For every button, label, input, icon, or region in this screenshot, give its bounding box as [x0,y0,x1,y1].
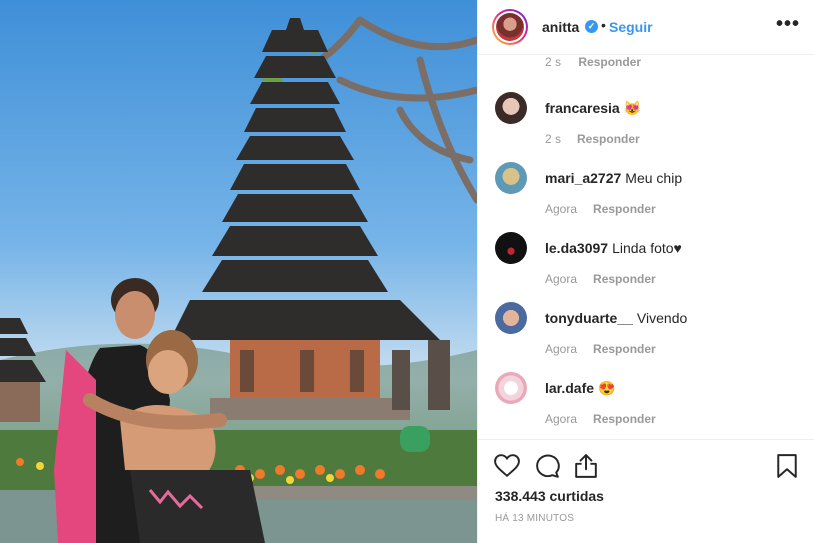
comment-time: 2 s [545,56,562,69]
separator-dot: • [601,17,606,33]
post-timestamp: HÁ 13 MINUTOS [495,513,575,524]
follow-button[interactable]: Seguir [609,19,653,35]
reply-button[interactable]: Responder [593,412,656,426]
post-actions: 338.443 curtidas HÁ 13 MINUTOS [478,439,814,543]
partial-comment-meta: 2 s Responder [545,56,655,69]
comment-time: 2 s [545,132,562,146]
reply-button[interactable]: Responder [577,132,640,146]
commenter-avatar[interactable] [495,372,527,404]
comment-text: tonyduarte__ Vivendo [545,310,687,326]
commenter-username[interactable]: lar.dafe [545,380,594,396]
reply-button[interactable]: Responder [593,202,656,216]
share-icon[interactable] [574,454,598,483]
author-avatar[interactable] [492,9,528,45]
comment-body: Linda foto♥ [612,240,682,256]
comment-list[interactable]: 2 s Responder francaresia 😻 2 s Responder … [478,56,814,439]
reply-button[interactable]: Responder [593,342,656,356]
comment-text: le.da3097 Linda foto♥ [545,240,682,256]
comment-body: 😍 [598,380,616,396]
post-header: anitta ✓ • Seguir ••• [478,0,814,55]
commenter-avatar[interactable] [495,92,527,124]
comment-time: Agora [545,342,578,356]
comment-meta: Agora Responder [545,412,656,426]
comment-item: tonyduarte__ Vivendo Agora Responder [478,302,814,372]
comment-text: francaresia 😻 [545,100,641,117]
photo-scene [0,16,477,543]
bookmark-icon[interactable] [776,454,798,483]
commenter-avatar[interactable] [495,232,527,264]
heart-icon[interactable] [494,454,520,483]
comment-meta: Agora Responder [545,272,656,286]
comment-icon[interactable] [534,454,560,483]
post-sidebar: anitta ✓ • Seguir ••• 2 s Responder fran… [477,0,814,543]
comment-meta: 2 s Responder [545,132,640,146]
comment-text: lar.dafe 😍 [545,380,615,397]
commenter-avatar[interactable] [495,302,527,334]
comment-item: lar.dafe 😍 Agora Responder [478,372,814,439]
post-photo[interactable] [0,0,477,543]
reply-button[interactable]: Responder [593,272,656,286]
comment-meta: Agora Responder [545,202,656,216]
comment-body: Vivendo [636,310,688,326]
comment-item: mari_a2727 Meu chip Agora Responder [478,162,814,232]
commenter-username[interactable]: le.da3097 [545,240,608,256]
verified-badge-icon: ✓ [585,20,598,33]
comment-item: le.da3097 Linda foto♥ Agora Responder [478,232,814,302]
comment-time: Agora [545,272,578,286]
comment-body: Meu chip [625,170,683,186]
comment-body: 😻 [623,100,642,116]
comment-item: francaresia 😻 2 s Responder [478,92,814,162]
comment-time: Agora [545,202,578,216]
author-username[interactable]: anitta [542,19,579,35]
commenter-avatar[interactable] [495,162,527,194]
comment-time: Agora [545,412,578,426]
comment-text: mari_a2727 Meu chip [545,170,682,186]
comment-meta: Agora Responder [545,342,656,356]
commenter-username[interactable]: mari_a2727 [545,170,621,186]
commenter-username[interactable]: francaresia [545,100,620,116]
likes-count[interactable]: 338.443 curtidas [495,488,604,504]
reply-button[interactable]: Responder [578,56,641,69]
commenter-username[interactable]: tonyduarte__ [545,310,633,326]
more-options-icon[interactable]: ••• [776,13,800,36]
